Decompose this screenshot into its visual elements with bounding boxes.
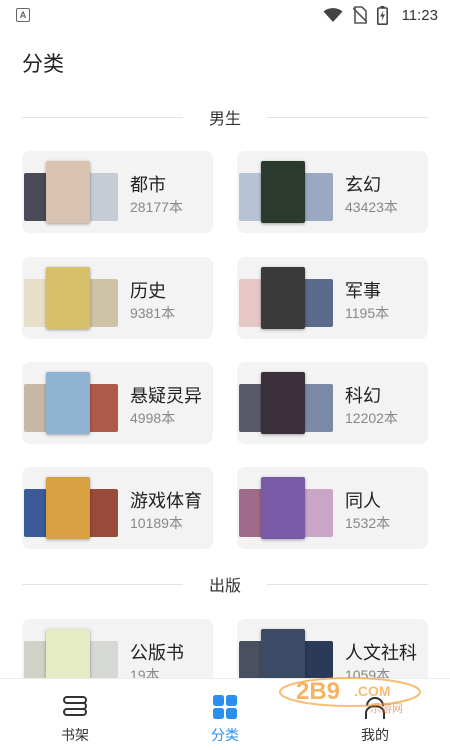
category-count: 28177本 — [130, 199, 183, 215]
svg-text:.COM: .COM — [354, 683, 391, 699]
category-count: 4998本 — [130, 410, 176, 426]
category-name: 同人 — [345, 491, 381, 511]
tab-label: 我的 — [361, 727, 389, 743]
book-cover — [46, 372, 90, 434]
page-title: 分类 — [22, 53, 64, 76]
category-name: 科幻 — [345, 386, 381, 406]
book-covers — [22, 265, 122, 335]
book-cover — [46, 161, 90, 223]
category-card-xuanhuan[interactable]: 玄幻 43423本 — [237, 151, 428, 233]
book-covers — [237, 475, 337, 545]
book-cover — [301, 384, 333, 432]
divider — [22, 116, 183, 118]
category-count: 1532本 — [345, 515, 391, 531]
bookshelf-icon — [61, 693, 89, 721]
category-name: 悬疑灵异 — [130, 386, 202, 406]
category-name: 玄幻 — [345, 175, 381, 195]
category-count: 12202本 — [345, 410, 398, 426]
category-card-dushi[interactable]: 都市 28177本 — [22, 151, 213, 233]
tab-label: 分类 — [211, 727, 239, 743]
tab-bookshelf[interactable]: 书架 — [0, 679, 150, 750]
book-cover — [86, 384, 118, 432]
svg-text:2B9: 2B9 — [296, 678, 340, 705]
book-cover — [301, 489, 333, 537]
wifi-icon — [323, 8, 343, 22]
book-covers — [237, 265, 337, 335]
category-card-youxi[interactable]: 游戏体育 10189本 — [22, 467, 213, 549]
category-card-lishi[interactable]: 历史 9381本 — [22, 257, 213, 339]
app-notification-icon: A — [16, 8, 30, 22]
book-covers — [22, 475, 122, 545]
book-covers — [237, 159, 337, 229]
category-card-kehuan[interactable]: 科幻 12202本 — [237, 362, 428, 444]
book-cover — [261, 372, 305, 434]
divider — [22, 583, 183, 585]
book-covers — [22, 159, 122, 229]
book-cover — [261, 267, 305, 329]
category-card-tongren[interactable]: 同人 1532本 — [237, 467, 428, 549]
category-count: 10189本 — [130, 515, 183, 531]
battery-charging-icon — [376, 5, 388, 25]
book-cover — [261, 477, 305, 539]
section-label: 出版 — [209, 578, 242, 595]
category-name: 军事 — [345, 281, 381, 301]
book-cover — [261, 161, 305, 223]
book-cover — [46, 477, 90, 539]
section-label: 男生 — [209, 111, 242, 128]
book-cover — [86, 279, 118, 327]
book-cover — [86, 173, 118, 221]
category-count: 9381本 — [130, 305, 176, 321]
watermark-logo: 2B9 .COM 乐游网 — [279, 677, 421, 715]
category-name: 游戏体育 — [130, 491, 202, 511]
divider — [267, 583, 429, 585]
category-grid-icon — [211, 693, 239, 721]
section-header-male: 男生 — [22, 107, 429, 128]
svg-text:乐游网: 乐游网 — [370, 702, 403, 715]
category-name: 人文社科 — [345, 643, 417, 663]
category-card-xuanyi[interactable]: 悬疑灵异 4998本 — [22, 362, 213, 444]
category-count: 1195本 — [345, 305, 390, 321]
status-bar: A 11:23 — [0, 0, 450, 30]
category-count: 43423本 — [345, 199, 398, 215]
status-time: 11:23 — [401, 6, 438, 24]
category-card-junshi[interactable]: 军事 1195本 — [237, 257, 428, 339]
category-name: 历史 — [130, 281, 166, 301]
book-cover — [301, 173, 333, 221]
section-header-publish: 出版 — [22, 574, 429, 595]
book-covers — [22, 370, 122, 440]
category-name: 都市 — [130, 175, 166, 195]
book-covers — [237, 370, 337, 440]
no-sim-icon — [352, 6, 367, 24]
book-cover — [46, 267, 90, 329]
category-name: 公版书 — [130, 643, 184, 663]
book-cover — [301, 279, 333, 327]
book-cover — [86, 489, 118, 537]
tab-label: 书架 — [61, 727, 89, 743]
divider — [267, 116, 429, 118]
